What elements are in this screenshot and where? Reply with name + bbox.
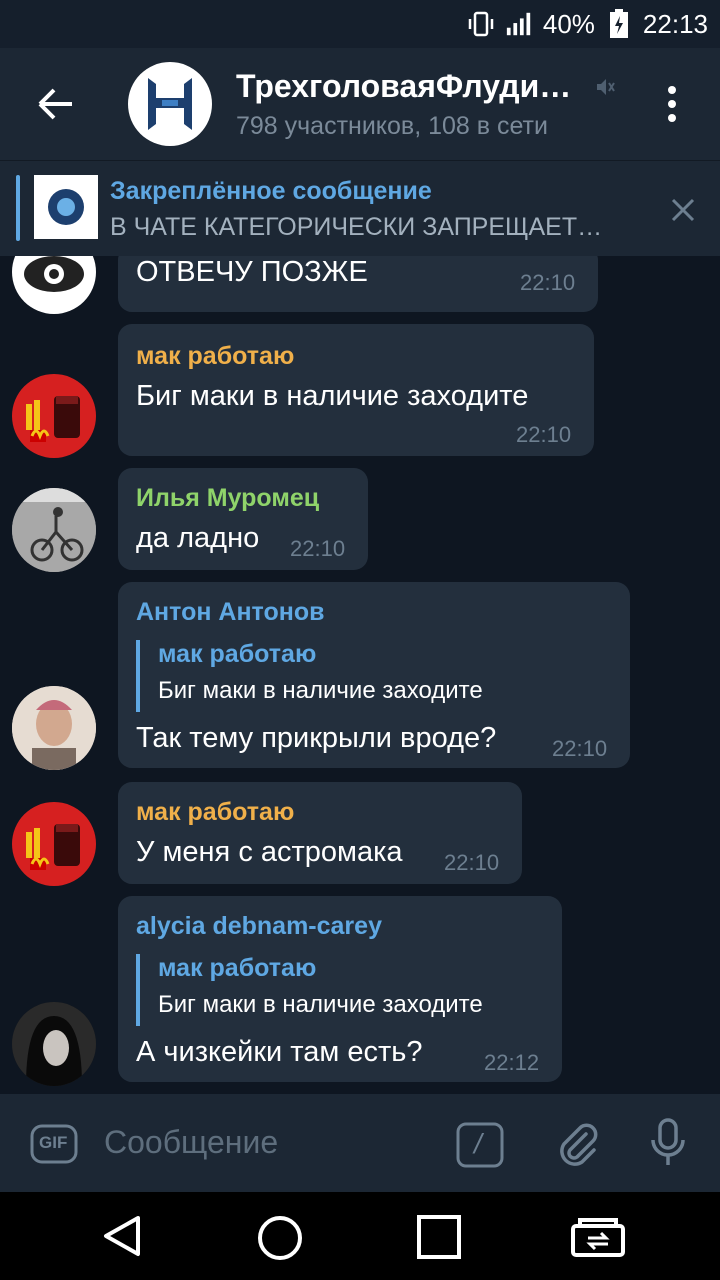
avatar[interactable]	[12, 802, 96, 886]
message-bubble[interactable]: Антон Антонов мак работаю Биг маки в нал…	[118, 582, 630, 768]
back-arrow-icon[interactable]	[30, 84, 80, 124]
pinned-title: Закреплённое сообщение	[110, 177, 432, 205]
sender-name[interactable]: Антон Антонов	[136, 598, 324, 627]
chat-avatar[interactable]	[128, 62, 212, 146]
pinned-text: В ЧАТЕ КАТЕГОРИЧЕСКИ ЗАПРЕЩАЕТ…	[110, 213, 603, 241]
message-time: 22:10	[552, 736, 608, 761]
more-menu-icon[interactable]	[662, 84, 682, 124]
attach-icon[interactable]	[556, 1120, 598, 1173]
message-bubble[interactable]: ОТВЕЧУ ПОЗЖЕ 22:10	[118, 256, 598, 312]
avatar[interactable]	[12, 1002, 96, 1086]
message-time: 22:10	[516, 422, 572, 447]
message-bubble[interactable]: alycia debnam-carey мак работаю Биг маки…	[118, 896, 562, 1082]
switch-app-icon[interactable]	[570, 1216, 626, 1263]
chat-title[interactable]: ТрехголоваяФлуди…	[236, 68, 592, 105]
reply-sender-name: мак работаю	[158, 640, 317, 668]
pinned-accent-bar	[16, 175, 20, 241]
message-list[interactable]: ОТВЕЧУ ПОЗЖЕ 22:10 мак работаю Биг маки …	[0, 256, 720, 1094]
message-time: 22:12	[484, 1050, 540, 1075]
message-time: 22:10	[444, 850, 500, 875]
message-text: ОТВЕЧУ ПОЗЖЕ	[136, 256, 368, 288]
recents-nav-icon[interactable]	[416, 1214, 462, 1265]
message-text: да ладно	[136, 522, 260, 554]
gif-icon-label: GIF	[39, 1133, 68, 1152]
message-text: У меня с астромака	[136, 836, 403, 868]
message-input[interactable]: Сообщение	[104, 1124, 278, 1161]
muted-icon	[594, 76, 616, 103]
sender-name[interactable]: мак работаю	[136, 342, 294, 371]
reply-text: Биг маки в наличие заходите	[158, 677, 483, 704]
signal-icon	[505, 10, 533, 38]
avatar[interactable]	[12, 374, 96, 458]
gif-button[interactable]: GIF	[30, 1124, 78, 1164]
battery-percent: 40%	[542, 8, 595, 39]
sender-name[interactable]: мак работаю	[136, 798, 294, 827]
bot-command-icon-label: /	[474, 1128, 482, 1159]
sender-name[interactable]: Илья Муромец	[136, 484, 319, 513]
clock: 22:13	[642, 8, 708, 39]
message-bubble[interactable]: мак работаю У меня с астромака 22:10	[118, 782, 522, 884]
pinned-message-bar[interactable]: Закреплённое сообщение В ЧАТЕ КАТЕГОРИЧЕ…	[0, 160, 720, 256]
avatar[interactable]	[12, 256, 96, 314]
back-nav-icon[interactable]	[100, 1214, 144, 1263]
avatar[interactable]	[12, 686, 96, 770]
message-bubble[interactable]: мак работаю Биг маки в наличие заходите …	[118, 324, 594, 456]
reply-quote[interactable]: мак работаю Биг маки в наличие заходите	[136, 954, 483, 1026]
reply-sender-name: мак работаю	[158, 954, 317, 982]
chat-header: ТрехголоваяФлуди… 798 участников, 108 в …	[0, 48, 720, 160]
message-input-bar: GIF Сообщение /	[0, 1094, 720, 1192]
bot-command-button[interactable]: /	[456, 1122, 504, 1168]
microphone-icon[interactable]	[650, 1118, 686, 1173]
status-bar: 40% 22:13	[0, 0, 720, 48]
message-time: 22:10	[520, 270, 576, 295]
message-text: А чизкейки там есть?	[136, 1036, 423, 1068]
message-text: Биг маки в наличие заходите	[136, 380, 529, 412]
avatar[interactable]	[12, 488, 96, 572]
system-nav-bar	[0, 1192, 720, 1280]
message-time: 22:10	[290, 536, 346, 561]
home-nav-icon[interactable]	[256, 1214, 304, 1267]
vibrate-icon	[467, 10, 495, 38]
battery-charging-icon	[605, 9, 633, 38]
message-bubble[interactable]: Илья Муромец да ладно 22:10	[118, 468, 368, 570]
reply-quote[interactable]: мак работаю Биг маки в наличие заходите	[136, 640, 483, 712]
sender-name[interactable]: alycia debnam-carey	[136, 912, 382, 941]
reply-text: Биг маки в наличие заходите	[158, 991, 483, 1018]
pinned-thumbnail	[34, 175, 98, 239]
close-icon[interactable]	[668, 195, 698, 225]
chat-members-count: 798 участников, 108 в сети	[236, 112, 548, 140]
message-text: Так тему прикрыли вроде?	[136, 722, 497, 754]
